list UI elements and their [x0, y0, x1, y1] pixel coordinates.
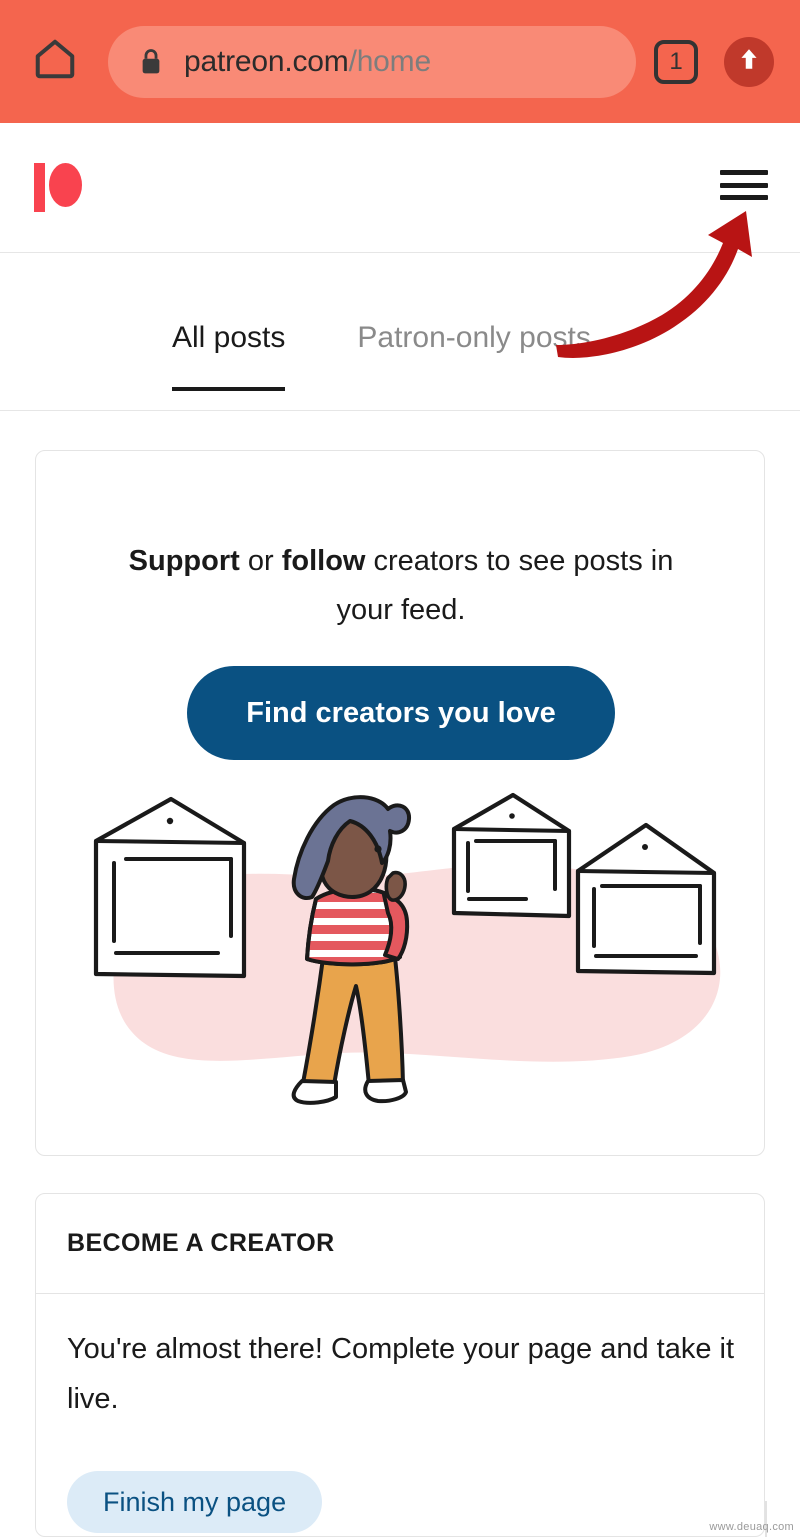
browser-toolbar: patreon.com/home 1 [0, 0, 800, 123]
home-icon [32, 36, 78, 87]
tab-counter-button[interactable]: 1 [654, 39, 698, 84]
find-creators-button[interactable]: Find creators you love [187, 666, 615, 760]
finish-my-page-button[interactable]: Finish my page [67, 1471, 323, 1533]
upload-arrow-icon [736, 46, 762, 77]
become-creator-body: You're almost there! Complete your page … [67, 1324, 737, 1424]
hamburger-bar-2 [720, 182, 768, 188]
feed-message-rest: creators to see posts in your feed. [336, 545, 674, 626]
url-text: patreon.com/home [184, 45, 431, 79]
feed-tabs: All posts Patron-only posts [0, 253, 800, 411]
feed-message-follow: follow [281, 545, 366, 577]
patreon-logo-bar [34, 163, 45, 212]
tab-count-label: 1 [669, 47, 683, 75]
lock-icon [138, 47, 164, 77]
feed-message-support: Support [128, 545, 240, 577]
hamburger-menu-icon[interactable] [720, 165, 768, 205]
become-creator-title: BECOME A CREATOR [67, 1229, 335, 1257]
url-bar[interactable]: patreon.com/home [108, 25, 636, 98]
person-viewing-art-frames-illustration [66, 781, 736, 1121]
feed-empty-state-card: Support or follow creators to see posts … [35, 450, 765, 1156]
feed-message-or: or [239, 545, 282, 577]
site-header [0, 123, 800, 253]
feed-empty-message: Support or follow creators to see posts … [106, 537, 696, 635]
share-button[interactable] [724, 36, 774, 87]
watermark: www.deuaq.com [709, 1521, 794, 1533]
home-button[interactable] [24, 31, 86, 93]
hamburger-bar-1 [720, 170, 768, 175]
screenshot-root: patreon.com/home 1 All posts Patron-only… [0, 0, 800, 1537]
become-creator-header: BECOME A CREATOR [36, 1194, 764, 1294]
url-path: /home [348, 44, 432, 78]
become-creator-copy: You're almost there! Complete your page … [67, 1333, 735, 1415]
tab-patron-only-posts-label: Patron-only posts [357, 321, 591, 354]
patreon-logo[interactable] [34, 163, 86, 213]
url-domain: patreon.com [184, 44, 349, 78]
tab-all-posts[interactable]: All posts [172, 321, 286, 391]
become-creator-card: BECOME A CREATOR You're almost there! Co… [35, 1193, 765, 1537]
hamburger-bar-3 [720, 195, 768, 200]
patreon-logo-circle [49, 163, 82, 207]
tab-patron-only-posts[interactable]: Patron-only posts [357, 321, 590, 391]
tab-all-posts-label: All posts [172, 321, 286, 354]
